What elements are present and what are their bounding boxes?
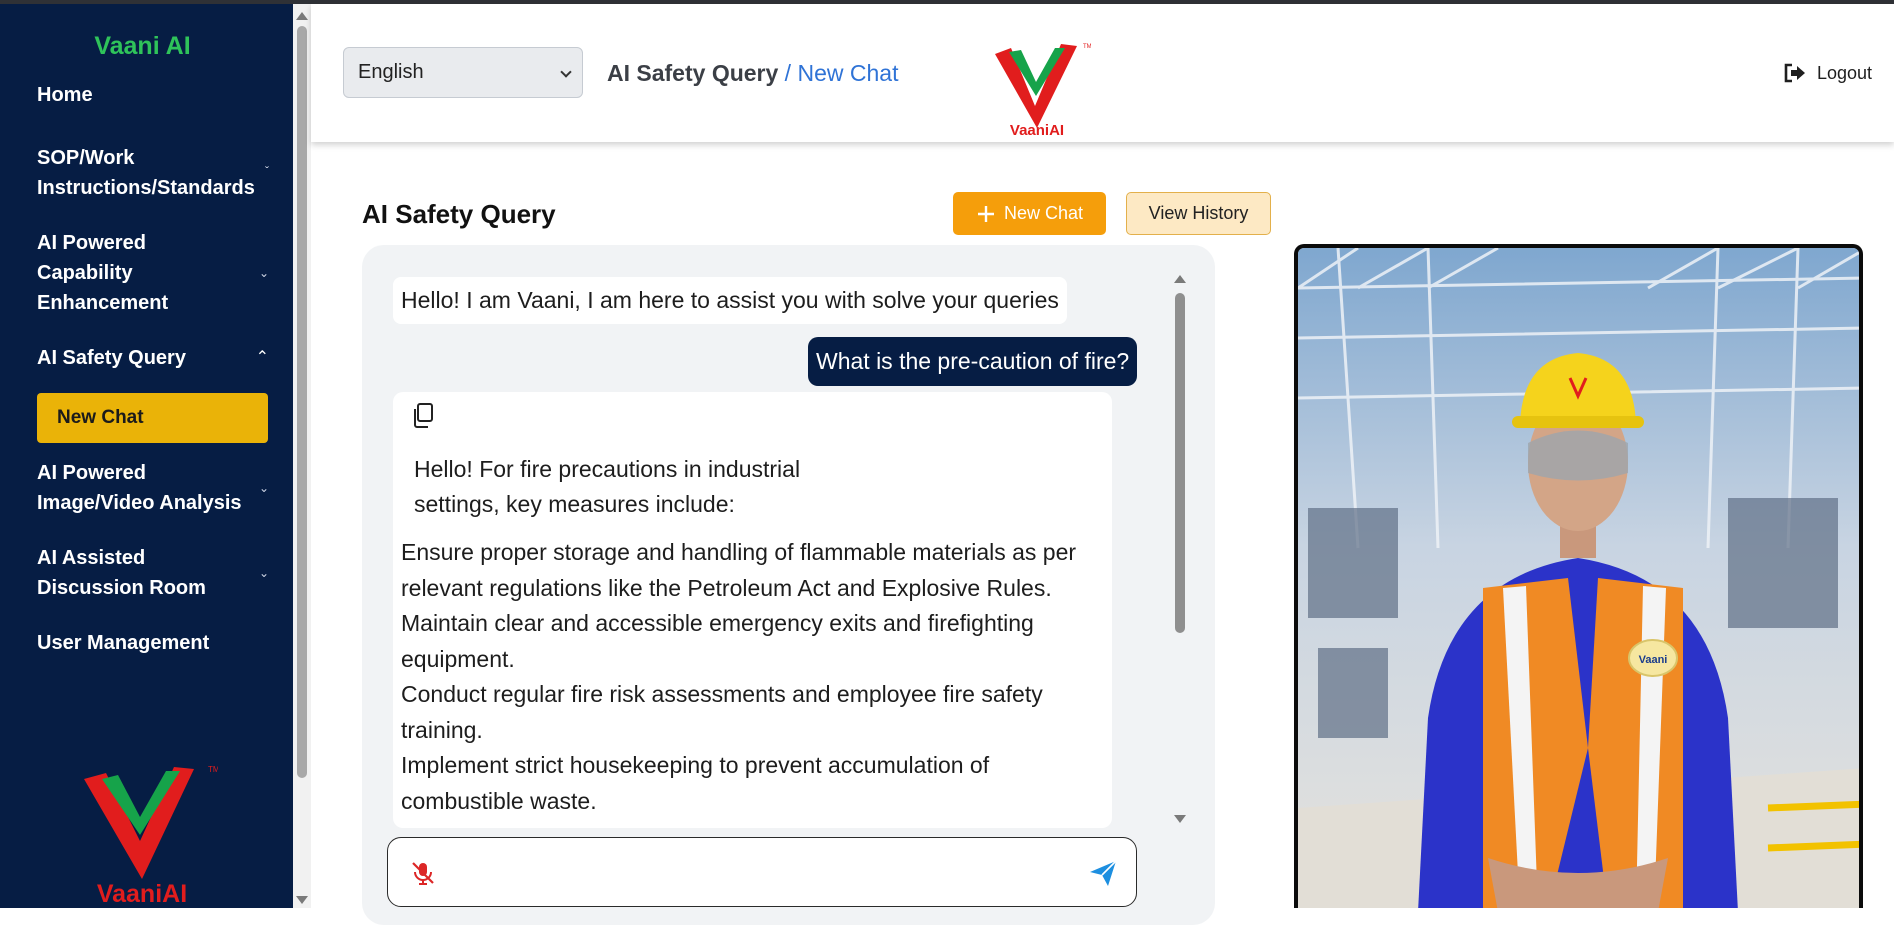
sidebar-item-label: AI Powered <box>37 232 146 254</box>
mic-off-icon[interactable] <box>410 860 436 886</box>
avatar-image: Vaani <box>1298 248 1859 908</box>
breadcrumb-current: New Chat <box>797 60 899 86</box>
scrollbar-thumb[interactable] <box>297 26 307 778</box>
sidebar-item-image-video[interactable]: AI Powered Image/Video Analysis ⌄ <box>37 458 277 518</box>
copy-icon[interactable] <box>410 402 436 430</box>
scroll-up-arrow-icon[interactable] <box>1174 275 1186 283</box>
answer-point: Ensure proper storage and handling of fl… <box>401 539 1077 601</box>
breadcrumb-parent[interactable]: AI Safety Query <box>607 60 778 86</box>
new-chat-label: New Chat <box>1003 203 1084 223</box>
sidebar-item-label: Home <box>37 84 93 106</box>
bot-message-greeting: Hello! I am Vaani, I am here to assist y… <box>393 277 1067 324</box>
sidebar-item-home[interactable]: Home <box>37 80 277 110</box>
scroll-down-arrow-icon[interactable] <box>296 896 308 904</box>
header-logo-text: VaaniAI <box>1010 122 1064 136</box>
avatar-badge-text: Vaani <box>1639 654 1668 666</box>
sidebar-item-label: AI Assisted <box>37 547 146 569</box>
sidebar-item-label: AI Safety Query <box>37 347 186 369</box>
answer-point: Maintain clear and accessible emergency … <box>401 610 1034 672</box>
page-title: AI Safety Query <box>362 199 556 229</box>
answer-points: Ensure proper storage and handling of fl… <box>401 535 1101 819</box>
answer-intro: Hello! For fire precautions in industria… <box>414 456 801 517</box>
sidebar-item-label: User Management <box>37 632 210 654</box>
sidebar-item-label: SOP/Work <box>37 147 135 169</box>
sidebar-item-user-management[interactable]: User Management <box>37 628 277 658</box>
sidebar-item-label: Image/Video Analysis <box>37 492 242 514</box>
logout-label: Logout <box>1816 62 1872 83</box>
scroll-down-arrow-icon[interactable] <box>1174 815 1186 823</box>
sidebar-item-label: Discussion Room <box>37 577 206 599</box>
sidebar: Vaani AI Home SOP/Work Instructions/Stan… <box>0 4 293 908</box>
chevron-up-icon: ⌃ <box>255 349 269 366</box>
scroll-up-arrow-icon[interactable] <box>296 12 308 20</box>
chevron-down-icon: ⌄ <box>258 566 269 580</box>
sidebar-item-label: Enhancement <box>37 292 169 314</box>
sidebar-brand: Vaani AI <box>94 32 191 60</box>
chevron-down-icon: ˇ <box>265 164 269 178</box>
user-message: What is the pre-caution of fire? <box>808 337 1138 386</box>
bot-message-answer: Hello! For fire precautions in industria… <box>393 392 1112 828</box>
top-header: English AI Safety Query / New Chat TM Va… <box>311 4 1894 142</box>
sidebar-item-label: AI Powered <box>37 462 146 484</box>
answer-point: Implement strict housekeeping to prevent… <box>401 752 990 814</box>
logout-button[interactable]: Logout <box>1783 62 1872 84</box>
logout-icon <box>1784 63 1805 83</box>
svg-text:TM: TM <box>1083 44 1091 50</box>
language-select-value: English <box>358 61 424 83</box>
answer-point: Conduct regular fire risk assessments an… <box>401 681 1043 743</box>
chevron-down-icon: ⌄ <box>258 266 269 280</box>
sidebar-logo-text: VaaniAI <box>97 880 187 908</box>
sidebar-item-label: Capability <box>37 262 133 284</box>
sidebar-subitem-new-chat[interactable]: New Chat <box>37 393 268 443</box>
new-chat-button[interactable]: New Chat <box>953 192 1106 235</box>
language-select[interactable]: English <box>343 47 583 98</box>
svg-text:TM: TM <box>208 765 218 774</box>
chat-input-bar[interactable] <box>387 837 1137 907</box>
sidebar-logo: TM VaaniAI <box>84 765 218 908</box>
sidebar-scrollbar[interactable] <box>293 4 311 908</box>
sidebar-item-label: Instructions/Standards <box>37 177 255 199</box>
chat-input[interactable] <box>452 852 1052 892</box>
avatar-panel: Vaani <box>1294 244 1863 908</box>
view-history-button[interactable]: View History <box>1126 192 1271 235</box>
sidebar-item-safety-query[interactable]: AI Safety Query ⌃ <box>37 343 277 373</box>
chevron-down-icon: ⌄ <box>258 481 269 495</box>
header-logo: TM VaaniAI <box>995 44 1091 136</box>
scrollbar-thumb[interactable] <box>1175 293 1185 633</box>
chat-scrollbar[interactable] <box>1172 273 1188 825</box>
breadcrumb: AI Safety Query / New Chat <box>607 60 898 87</box>
sidebar-item-capability[interactable]: AI Powered Capability Enhancement ⌄ <box>37 228 277 318</box>
chevron-down-icon <box>560 66 572 78</box>
send-icon[interactable] <box>1088 858 1118 888</box>
plus-icon <box>977 205 994 222</box>
sidebar-item-sop[interactable]: SOP/Work Instructions/Standards ˇ <box>37 143 277 203</box>
breadcrumb-separator: / <box>778 60 798 86</box>
sidebar-item-discussion[interactable]: AI Assisted Discussion Room ⌄ <box>37 543 277 603</box>
